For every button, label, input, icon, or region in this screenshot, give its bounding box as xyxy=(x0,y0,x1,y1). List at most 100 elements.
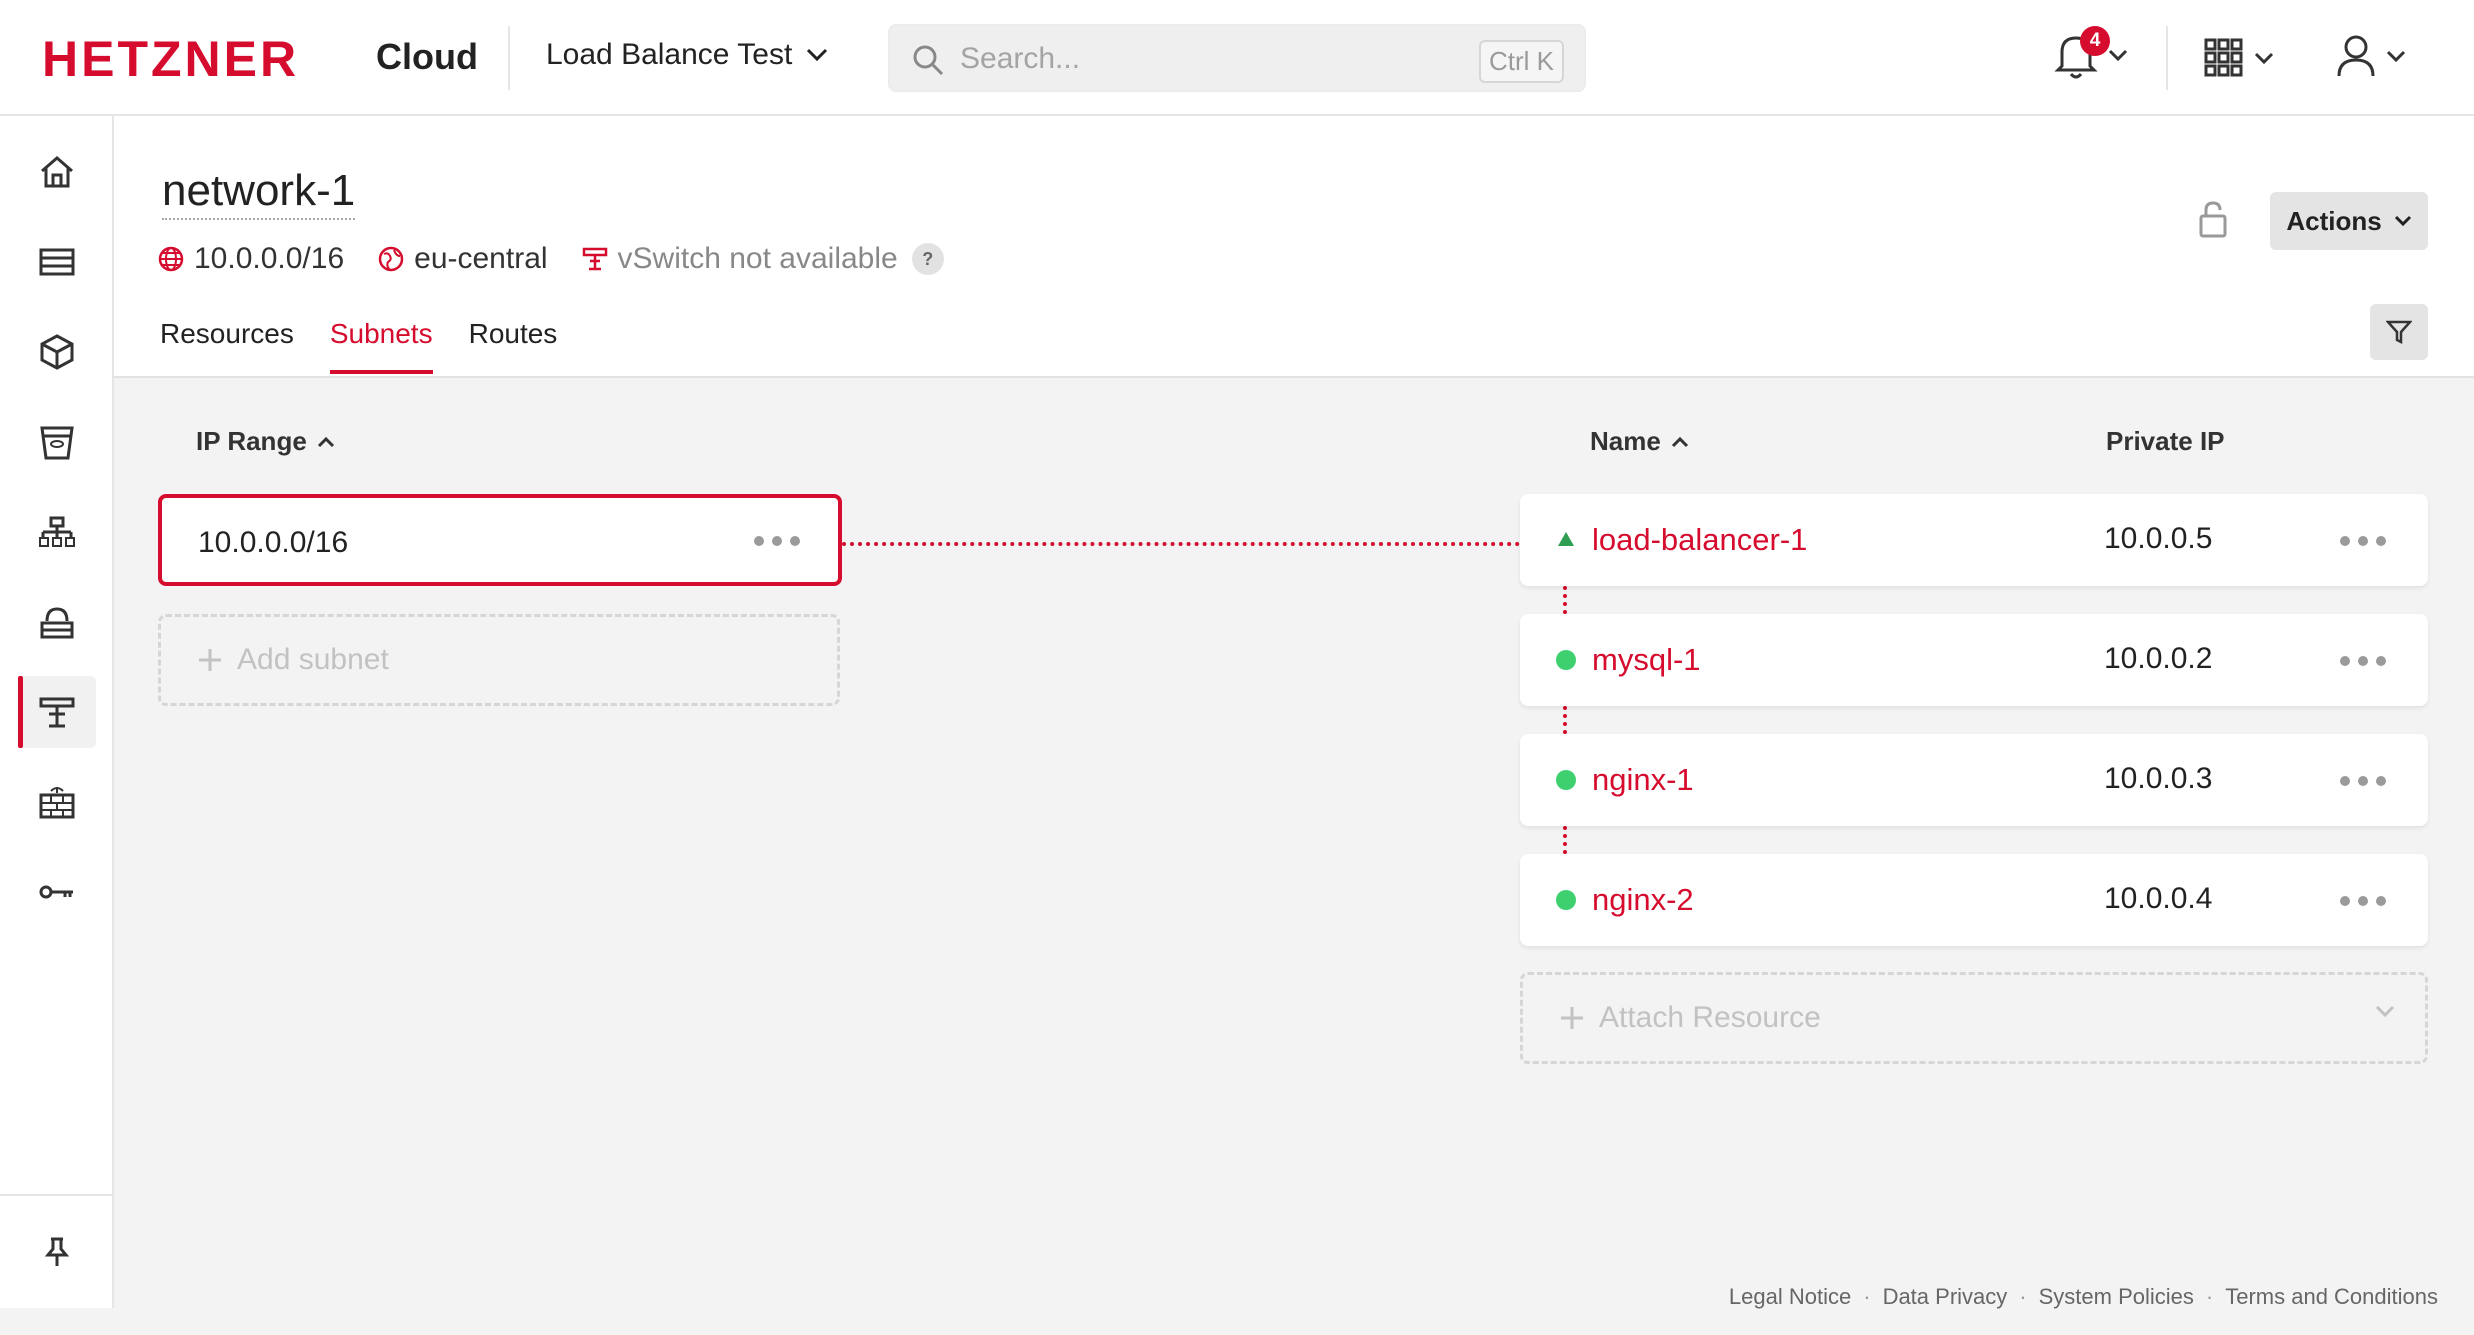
search-icon xyxy=(913,45,944,76)
attach-resource-dropdown[interactable]: Attach Resource xyxy=(1520,972,2428,1064)
chevron-down-icon xyxy=(2394,215,2411,227)
search-input[interactable]: Search... xyxy=(960,42,1080,76)
separator: · xyxy=(1863,1284,1871,1309)
ip-range-column-header[interactable]: IP Range xyxy=(196,426,335,457)
sidebar-item-networks[interactable] xyxy=(18,676,96,748)
sidebar-item-ssh-keys[interactable] xyxy=(18,856,96,928)
resource-ip: 10.0.0.3 xyxy=(2104,762,2213,795)
plus-icon xyxy=(199,649,221,671)
footer-link-legal[interactable]: Legal Notice xyxy=(1729,1284,1851,1310)
vswitch-info: vSwitch not available ? xyxy=(582,242,944,276)
more-options-icon[interactable] xyxy=(2340,896,2386,906)
network-meta: 10.0.0.0/16 eu-central vSwitch not avail… xyxy=(158,242,978,276)
more-options-icon[interactable] xyxy=(2340,776,2386,786)
subnet-connector-line xyxy=(842,542,1520,546)
chevron-down-icon xyxy=(2108,49,2128,61)
ssh-keys-icon xyxy=(39,885,73,899)
actions-button[interactable]: Actions xyxy=(2270,192,2428,250)
resource-connector-line xyxy=(1563,706,1567,734)
project-selector[interactable]: Load Balance Test xyxy=(546,38,828,72)
volumes-icon xyxy=(40,334,74,370)
hetzner-logo[interactable]: HETZNER xyxy=(42,30,299,88)
user-menu-button[interactable] xyxy=(2336,34,2406,78)
globe-icon xyxy=(158,246,184,272)
resource-row[interactable]: mysql-1 10.0.0.2 xyxy=(1520,614,2428,706)
more-options-icon[interactable] xyxy=(2340,656,2386,666)
footer-links: Legal Notice · Data Privacy · System Pol… xyxy=(1729,1284,2438,1310)
resource-name[interactable]: nginx-2 xyxy=(1592,882,1694,918)
server-status-icon xyxy=(1556,650,1576,670)
search-shortcut: Ctrl K xyxy=(1479,40,1564,83)
page-title[interactable]: network-1 xyxy=(162,166,356,220)
user-icon xyxy=(2337,35,2375,77)
server-status-icon xyxy=(1556,770,1576,790)
sidebar-item-floating-ips[interactable] xyxy=(18,586,96,658)
servers-icon xyxy=(39,248,75,276)
zone-info: eu-central xyxy=(378,242,548,276)
tab-subnets[interactable]: Subnets xyxy=(329,318,433,374)
sidebar-item-firewalls[interactable] xyxy=(18,766,96,838)
lock-icon xyxy=(2199,201,2227,238)
sidebar-item-load-balancers[interactable] xyxy=(18,496,96,568)
separator: · xyxy=(2019,1284,2027,1309)
floating-ips-icon xyxy=(40,607,74,639)
resource-row[interactable]: load-balancer-1 10.0.0.5 xyxy=(1520,494,2428,586)
load-balancer-status-icon xyxy=(1558,532,1574,546)
separator: · xyxy=(2205,1284,2214,1309)
sidebar-item-home[interactable] xyxy=(18,136,96,208)
resource-name[interactable]: mysql-1 xyxy=(1592,642,1701,678)
sidebar-pin-button[interactable] xyxy=(18,1216,96,1288)
help-icon[interactable]: ? xyxy=(911,243,944,275)
sidebar-item-volumes[interactable] xyxy=(18,316,96,388)
ip-range-header-label: IP Range xyxy=(196,426,307,456)
add-subnet-label: Add subnet xyxy=(237,643,389,676)
resource-connector-line xyxy=(1563,826,1567,854)
attach-resource-label: Attach Resource xyxy=(1599,1001,1821,1034)
name-column-header[interactable]: Name xyxy=(1590,426,1689,457)
chevron-down-icon xyxy=(2375,1005,2395,1017)
plus-icon xyxy=(1561,1007,1583,1029)
divider xyxy=(508,26,510,90)
sidebar-item-storage[interactable] xyxy=(18,406,96,478)
resource-name[interactable]: nginx-1 xyxy=(1592,762,1694,798)
top-bar: HETZNER Cloud Load Balance Test Search..… xyxy=(0,0,2474,116)
resource-ip: 10.0.0.5 xyxy=(2104,522,2213,555)
search-box[interactable]: Search... Ctrl K xyxy=(888,24,1586,92)
server-status-icon xyxy=(1556,890,1576,910)
apps-menu-button[interactable] xyxy=(2204,38,2274,78)
resource-name[interactable]: load-balancer-1 xyxy=(1592,522,1807,558)
more-options-icon[interactable] xyxy=(754,536,800,546)
filter-icon xyxy=(2386,320,2412,345)
footer-link-privacy[interactable]: Data Privacy xyxy=(1883,1284,2008,1310)
chevron-down-icon xyxy=(807,48,828,62)
ip-range-info: 10.0.0.0/16 xyxy=(158,242,344,276)
firewalls-icon xyxy=(39,787,75,819)
subnet-card[interactable]: 10.0.0.0/16 xyxy=(158,494,842,586)
private-ip-header-label: Private IP xyxy=(2106,426,2225,456)
chevron-down-icon xyxy=(2254,52,2274,64)
resource-row[interactable]: nginx-2 10.0.0.4 xyxy=(1520,854,2428,946)
protection-lock-button[interactable] xyxy=(2198,200,2228,243)
project-name: Load Balance Test xyxy=(546,38,793,71)
resource-row[interactable]: nginx-1 10.0.0.3 xyxy=(1520,734,2428,826)
network-zone-icon xyxy=(378,246,404,272)
tab-resources[interactable]: Resources xyxy=(160,318,294,374)
more-options-icon[interactable] xyxy=(2340,536,2386,546)
private-ip-column-header: Private IP xyxy=(2106,426,2225,457)
add-subnet-button[interactable]: Add subnet xyxy=(158,614,840,706)
notifications-button[interactable]: 4 xyxy=(2054,26,2128,80)
sidebar-item-servers[interactable] xyxy=(18,226,96,298)
filter-button[interactable] xyxy=(2370,304,2428,360)
tab-routes[interactable]: Routes xyxy=(469,318,558,374)
storage-box-icon xyxy=(40,426,74,460)
vswitch-status: vSwitch not available xyxy=(617,242,898,275)
vswitch-icon xyxy=(582,247,607,271)
sidebar xyxy=(0,116,114,1308)
networks-icon xyxy=(39,697,75,728)
home-icon xyxy=(41,156,73,188)
ip-range-value: 10.0.0.0/16 xyxy=(194,242,345,275)
footer-link-terms[interactable]: Terms and Conditions xyxy=(2225,1284,2438,1310)
grid-apps-icon xyxy=(2204,38,2243,77)
footer-link-policies[interactable]: System Policies xyxy=(2039,1284,2194,1310)
sort-asc-icon xyxy=(1671,436,1688,447)
